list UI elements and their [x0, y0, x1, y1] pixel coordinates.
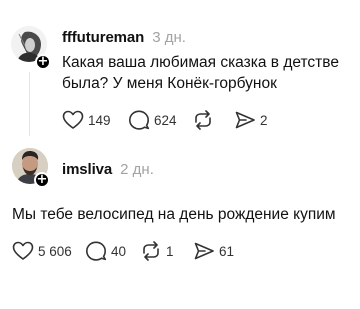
share-icon: [234, 110, 256, 130]
comment-icon: [85, 241, 107, 261]
like-count: 149: [88, 112, 111, 128]
follow-plus-icon[interactable]: +: [35, 54, 51, 70]
share-button[interactable]: 2: [234, 110, 268, 130]
post-text: Мы тебе велосипед на день рождение купим: [12, 206, 336, 223]
post-header: fffutureman 3 дн.: [62, 29, 186, 46]
comment-count: 624: [154, 112, 177, 128]
comment-button[interactable]: 624: [128, 110, 192, 130]
like-count: 5 606: [38, 243, 72, 259]
timestamp: 2 дн.: [120, 161, 154, 178]
heart-icon: [62, 110, 84, 130]
action-bar: 149 624 2: [62, 110, 268, 130]
repost-button[interactable]: 1: [140, 241, 193, 261]
repost-button[interactable]: [192, 110, 234, 130]
post-header: imsliva 2 дн.: [62, 161, 154, 178]
repost-icon: [192, 110, 214, 130]
like-button[interactable]: 5 606: [12, 241, 85, 261]
post-text: Какая ваша любимая сказка в детстве была…: [62, 54, 339, 92]
timestamp: 3 дн.: [152, 29, 186, 46]
like-button[interactable]: 149: [62, 110, 128, 130]
follow-plus-icon[interactable]: +: [34, 172, 50, 188]
action-bar: 5 606 40 1 61: [12, 241, 234, 261]
username[interactable]: imsliva: [62, 161, 112, 178]
repost-icon: [140, 241, 162, 261]
share-count: 2: [260, 112, 268, 128]
comment-icon: [128, 110, 150, 130]
comment-count: 40: [111, 243, 127, 259]
thread-line: [29, 72, 30, 136]
share-icon: [193, 241, 215, 261]
share-count: 61: [219, 243, 235, 259]
repost-count: 1: [166, 243, 174, 259]
heart-icon: [12, 241, 34, 261]
share-button[interactable]: 61: [193, 241, 234, 261]
post-card: + imsliva 2 дн. Мы тебе велосипед на ден…: [0, 140, 360, 309]
username[interactable]: fffutureman: [62, 29, 144, 46]
comment-button[interactable]: 40: [85, 241, 140, 261]
post-card: + fffutureman 3 дн. Какая ваша любимая с…: [0, 0, 360, 140]
